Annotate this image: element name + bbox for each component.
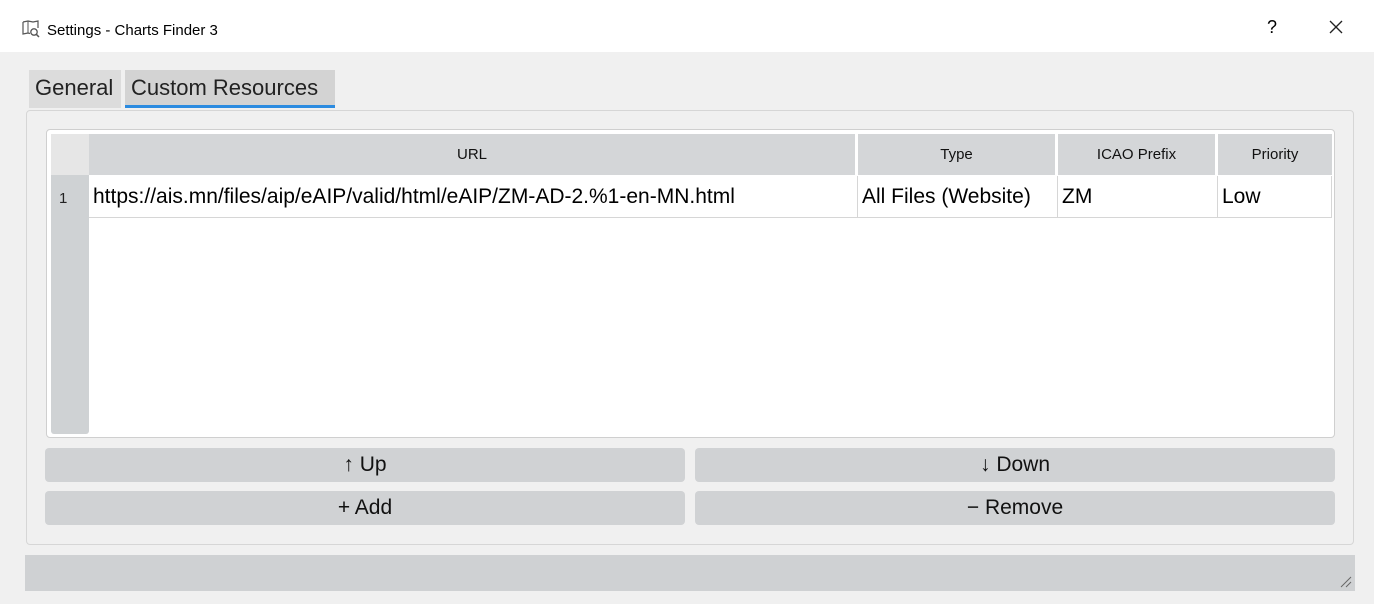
charts-finder-app-icon [22, 20, 40, 38]
tab-general[interactable]: General [29, 70, 121, 108]
move-up-button[interactable]: ↑ Up [45, 448, 685, 482]
move-down-button[interactable]: ↓ Down [695, 448, 1335, 482]
window-title: Settings - Charts Finder 3 [47, 22, 218, 39]
cell-icao-prefix[interactable]: ZM [1058, 176, 1218, 218]
status-bar [25, 555, 1355, 591]
cell-priority[interactable]: Low [1218, 176, 1332, 218]
table-corner[interactable] [51, 134, 89, 175]
resources-table[interactable]: URL Type ICAO Prefix Priority 1 https://… [46, 129, 1335, 438]
column-header-type[interactable]: Type [858, 134, 1057, 175]
title-bar: Settings - Charts Finder 3 ? [0, 0, 1374, 52]
tab-custom-resources[interactable]: Custom Resources [125, 70, 335, 108]
close-icon [1329, 20, 1343, 34]
column-header-url[interactable]: URL [89, 134, 857, 175]
add-button[interactable]: + Add [45, 491, 685, 525]
remove-button[interactable]: − Remove [695, 491, 1335, 525]
cell-url[interactable]: https://ais.mn/files/aip/eAIP/valid/html… [89, 176, 858, 218]
column-header-icao-prefix[interactable]: ICAO Prefix [1058, 134, 1217, 175]
resize-grip-icon[interactable] [1336, 572, 1352, 588]
close-button[interactable] [1318, 12, 1354, 42]
row-number[interactable]: 1 [51, 176, 89, 218]
help-button[interactable]: ? [1258, 12, 1286, 42]
column-header-priority[interactable]: Priority [1218, 134, 1332, 175]
cell-type[interactable]: All Files (Website) [858, 176, 1058, 218]
